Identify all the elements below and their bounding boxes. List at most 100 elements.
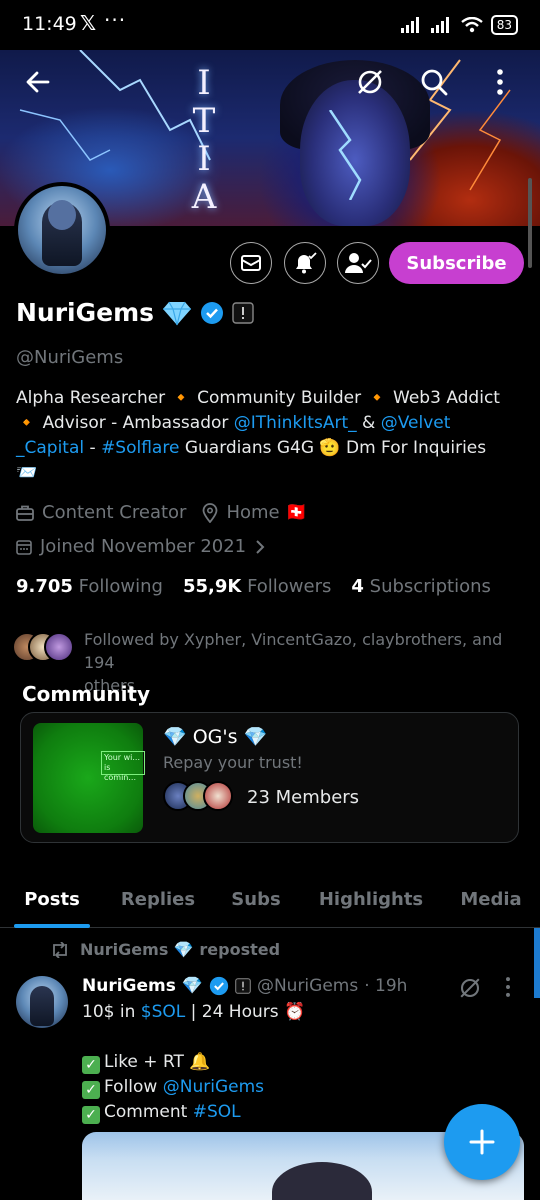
post-time: · 19h <box>364 976 408 996</box>
mention-link-2a[interactable]: @Velvet <box>381 413 451 433</box>
tab-media[interactable]: Media <box>442 870 540 928</box>
more-options-button[interactable] <box>482 64 518 100</box>
grok-icon <box>358 70 382 94</box>
post-line-1-text: 10$ in <box>82 1002 141 1022</box>
notifications-button[interactable] <box>284 242 326 284</box>
following-count: 9.705 <box>16 576 73 597</box>
post-author-name[interactable]: NuriGems 💎 <box>82 976 203 996</box>
post-hashtag-link[interactable]: #SOL <box>193 1102 241 1122</box>
check-mark-icon: ✓ <box>82 1056 100 1074</box>
diamond-icon <box>163 301 192 325</box>
banner-letters: I T I A <box>190 64 218 216</box>
verified-badge-icon <box>209 976 229 996</box>
location-text: Home 🇨🇭 <box>226 502 308 523</box>
tab-replies[interactable]: Replies <box>104 870 212 928</box>
location-pin-icon <box>203 502 218 523</box>
repost-label: NuriGems 💎 reposted <box>80 940 281 959</box>
followers-count: 55,9K <box>182 576 242 597</box>
cashtag-link[interactable]: $SOL <box>141 1002 185 1022</box>
hashtag-link[interactable]: #Solflare <box>101 438 179 458</box>
community-description: Repay your trust! <box>163 753 303 772</box>
following-stat[interactable]: 9.705 Following <box>16 576 163 597</box>
community-name: 💎 OG's 💎 <box>163 726 268 748</box>
followed-by-avatars <box>12 628 76 664</box>
page-scroll-indicator[interactable] <box>528 178 532 268</box>
post-image-figure <box>272 1162 372 1200</box>
briefcase-icon <box>16 505 34 521</box>
banner-letter: T <box>192 101 216 141</box>
community-card[interactable]: Your wi... is comin... 💎 OG's 💎 Repay yo… <box>20 712 519 843</box>
compose-button[interactable] <box>444 1104 520 1180</box>
bio-dash: - <box>84 438 102 458</box>
search-button[interactable] <box>416 64 452 100</box>
bio-line-4: 📨 <box>16 463 38 483</box>
back-button[interactable] <box>20 64 56 100</box>
grok-button[interactable] <box>352 64 388 100</box>
post-line-1: 10$ in $SOL | 24 Hours ⏰ <box>82 1000 522 1025</box>
bio-line-2: 🔸 Advisor - Ambassador @IThinkItsArt_ & … <box>16 411 526 436</box>
feed-scroll-indicator[interactable] <box>534 928 540 998</box>
search-icon <box>421 69 448 96</box>
mention-link[interactable]: @IThinkItsArt_ <box>234 413 357 433</box>
post-author-handle[interactable]: @NuriGems <box>257 976 358 996</box>
following-label: Following <box>78 576 163 597</box>
mail-icon <box>241 255 261 271</box>
followers-label: Followers <box>247 576 332 597</box>
message-button[interactable] <box>230 242 272 284</box>
repost-icon <box>53 941 67 958</box>
post-author-avatar[interactable] <box>16 976 68 1028</box>
banner-letter: I <box>197 63 211 103</box>
followed-by-line-1: Followed by Xypher, VincentGazo, claybro… <box>84 630 503 672</box>
post-line-4-text: Follow <box>104 1077 163 1097</box>
tab-posts[interactable]: Posts <box>0 870 104 928</box>
profile-meta: Content Creator Home 🇨🇭 <box>16 502 308 523</box>
subscriptions-stat[interactable]: 4 Subscriptions <box>351 576 490 597</box>
signal-icon-2 <box>430 17 449 33</box>
community-image-sign: Your wi... is comin... <box>101 751 145 782</box>
signal-icon <box>400 17 419 33</box>
profile-avatar[interactable] <box>14 182 110 278</box>
plus-icon <box>469 1129 495 1155</box>
community-members: 23 Members <box>163 781 359 813</box>
bio-line-3-text: Guardians G4G 🫡 Dm For Inquiries <box>179 438 487 458</box>
post-more-button[interactable] <box>504 976 512 1002</box>
member-avatars <box>163 781 237 813</box>
profile-tabs: Posts Replies Subs Highlights Media <box>0 870 540 928</box>
profile-handle: @NuriGems <box>16 347 124 368</box>
members-count: 23 Members <box>247 786 360 808</box>
check-mark-icon: ✓ <box>82 1106 100 1124</box>
more-vertical-icon <box>506 977 510 997</box>
post-mention-link[interactable]: @NuriGems <box>163 1077 264 1097</box>
post-line-1-rest: | 24 Hours ⏰ <box>185 1002 306 1022</box>
tab-subs[interactable]: Subs <box>212 870 300 928</box>
category-item: Content Creator <box>16 502 186 523</box>
subscriptions-count: 4 <box>351 576 364 597</box>
bio-line-2-text: 🔸 Advisor - Ambassador <box>16 413 234 433</box>
status-bar: 11:49 𝕏 ··· 83 <box>0 0 540 50</box>
display-name: NuriGems <box>16 298 155 327</box>
member-avatar <box>203 781 233 811</box>
post-body: 10$ in $SOL | 24 Hours ⏰ ✓ Like + RT 🔔 ✓ F… <box>82 1000 522 1125</box>
community-image: Your wi... is comin... <box>33 723 145 833</box>
subscriptions-label: Subscriptions <box>369 576 491 597</box>
post-line-3: ✓ Like + RT 🔔 <box>82 1050 522 1075</box>
battery-indicator: 83 <box>490 15 518 35</box>
follow-person-icon <box>345 253 372 273</box>
tab-highlights[interactable]: Highlights <box>300 870 442 928</box>
repost-row[interactable]: NuriGems 💎 reposted <box>50 940 280 959</box>
post-line-4: ✓ Follow @NuriGems <box>82 1075 522 1100</box>
location-item: Home 🇨🇭 <box>202 502 308 523</box>
category-text: Content Creator <box>42 502 187 523</box>
status-time: 11:49 <box>22 13 77 35</box>
joined-row[interactable]: Joined November 2021 <box>16 536 266 557</box>
face-lightning <box>328 110 362 200</box>
banner-letter: I <box>197 139 211 179</box>
mention-link-2b[interactable]: _Capital <box>16 438 84 458</box>
followers-stat[interactable]: 55,9K Followers <box>183 576 331 597</box>
post-line-5-text: Comment <box>104 1102 193 1122</box>
following-button[interactable] <box>337 242 379 284</box>
back-arrow-icon <box>26 71 50 93</box>
subscribe-button[interactable]: Subscribe <box>389 242 524 284</box>
joined-text: Joined November 2021 <box>40 536 247 557</box>
bell-icon <box>296 252 317 274</box>
